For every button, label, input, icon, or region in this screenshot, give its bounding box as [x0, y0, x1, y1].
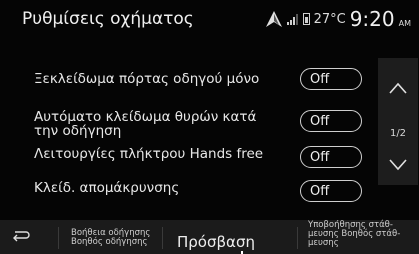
- bottom-bar: Βοήθεια οδήγησης Βοηθός οδήγησης Πρόσβασ…: [0, 220, 419, 254]
- temperature: 27°C: [313, 11, 346, 27]
- page-indicator: 1/2: [389, 128, 407, 139]
- page-title: Ρυθμίσεις οχήματος: [22, 9, 194, 29]
- status-bar: 27°C 9:20 AM: [265, 4, 411, 34]
- scroll-down-button[interactable]: [378, 159, 418, 171]
- divider: [297, 227, 298, 249]
- clock: 9:20: [349, 7, 395, 31]
- setting-label: Αυτόματο κλείδωμα θυρών κατά την οδήγηση: [34, 109, 257, 139]
- tab-parking-assist[interactable]: Υποβοήθησης στάθ- μευσης Βοηθός στάθ- με…: [308, 221, 400, 248]
- back-arrow-icon[interactable]: [10, 229, 30, 243]
- scroll-panel: 1/2: [378, 58, 418, 185]
- clock-ampm: AM: [398, 18, 411, 28]
- vehicle-settings-screen: Ρυθμίσεις οχήματος 27°C 9:20 AM Ξεκλείδω…: [0, 0, 419, 254]
- toggle-auto-lock[interactable]: Off: [300, 110, 362, 132]
- divider: [58, 227, 59, 249]
- tab-access[interactable]: Πρόσβαση: [177, 233, 255, 251]
- setting-label: Λειτουργίες πλήκτρου Hands free: [34, 146, 264, 162]
- setting-label: Ξεκλείδωμα πόρτας οδηγού μόνο: [34, 71, 260, 87]
- toggle-driver-door-unlock[interactable]: Off: [300, 68, 362, 90]
- toggle-walk-away-lock[interactable]: Off: [300, 180, 362, 202]
- header: Ρυθμίσεις οχήματος 27°C 9:20 AM: [0, 0, 419, 40]
- toggle-hands-free[interactable]: Off: [300, 146, 362, 168]
- divider: [162, 227, 163, 249]
- setting-label: Κλείδ. απομάκρυνσης: [34, 180, 180, 196]
- navigation-arrow-icon: [265, 11, 282, 27]
- battery-icon: [302, 13, 310, 25]
- chevron-down-icon: [389, 159, 407, 171]
- signal-icon: [286, 14, 298, 25]
- tab-driving-assist[interactable]: Βοήθεια οδήγησης Βοηθός οδήγησης: [71, 229, 150, 247]
- scroll-up-button[interactable]: [378, 82, 418, 94]
- chevron-up-icon: [389, 82, 407, 94]
